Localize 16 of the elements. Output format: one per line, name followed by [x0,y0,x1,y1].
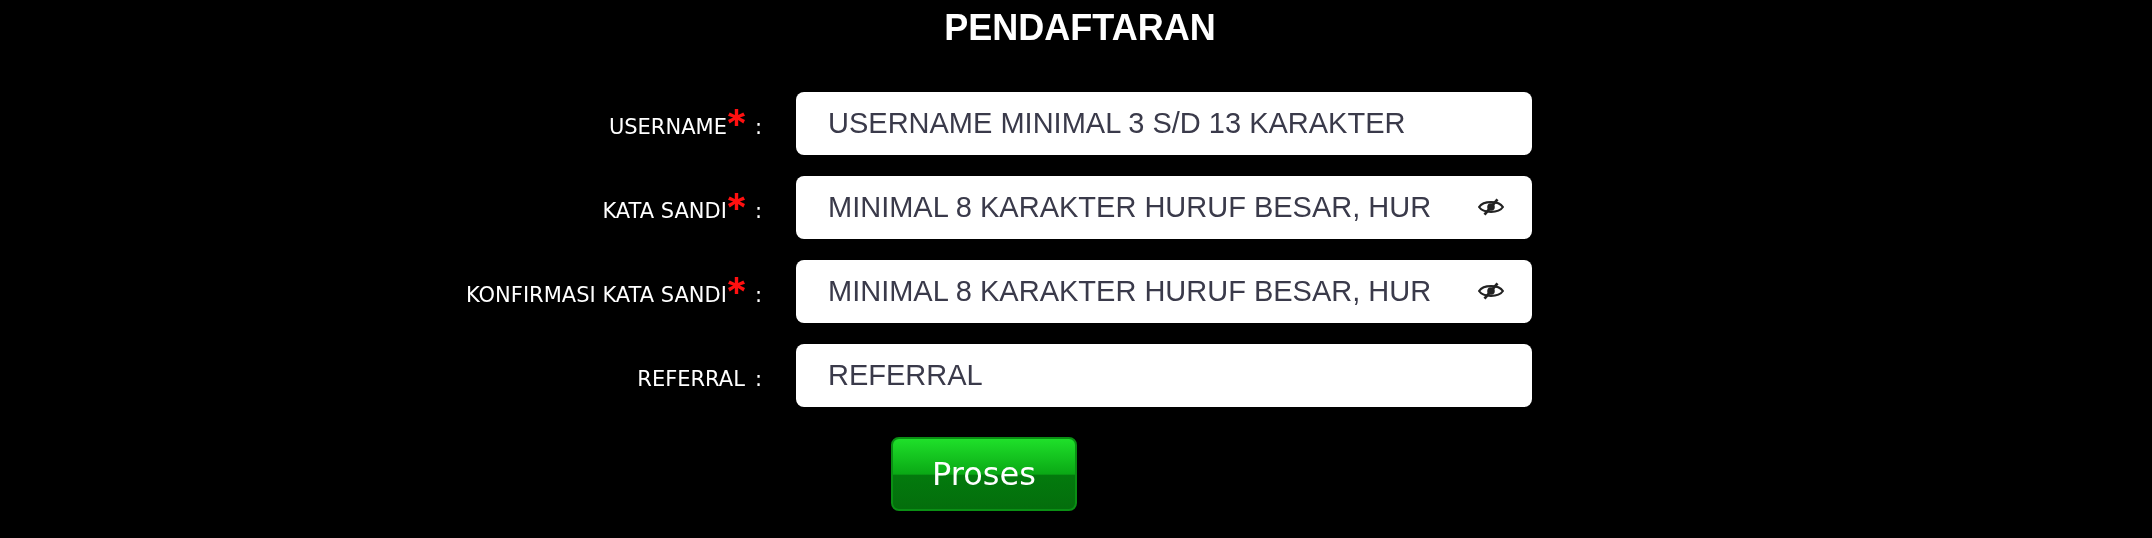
input-field[interactable]: USERNAME MINIMAL 3 S/D 13 KARAKTER [796,92,1532,155]
input-field[interactable]: MINIMAL 8 KARAKTER HURUF BESAR, HUR [796,176,1532,239]
field-label: KONFIRMASI KATA SANDI [465,282,727,307]
field-label: REFERRAL [637,366,745,391]
hidden-eye-icon[interactable] [1478,282,1504,300]
input-field[interactable]: MINIMAL 8 KARAKTER HURUF BESAR, HUR [796,260,1532,323]
hidden-eye-icon[interactable] [1478,198,1504,216]
field-label: KATA SANDI [602,198,727,223]
colon: : [754,198,762,223]
submit-button[interactable]: Proses [891,437,1077,511]
form-title: PENDAFTARAN [943,6,1217,50]
colon: : [754,366,762,391]
colon: : [754,282,762,307]
colon: : [754,114,762,139]
field-label: USERNAME [608,114,727,139]
input-field[interactable]: REFERRAL [796,344,1532,407]
